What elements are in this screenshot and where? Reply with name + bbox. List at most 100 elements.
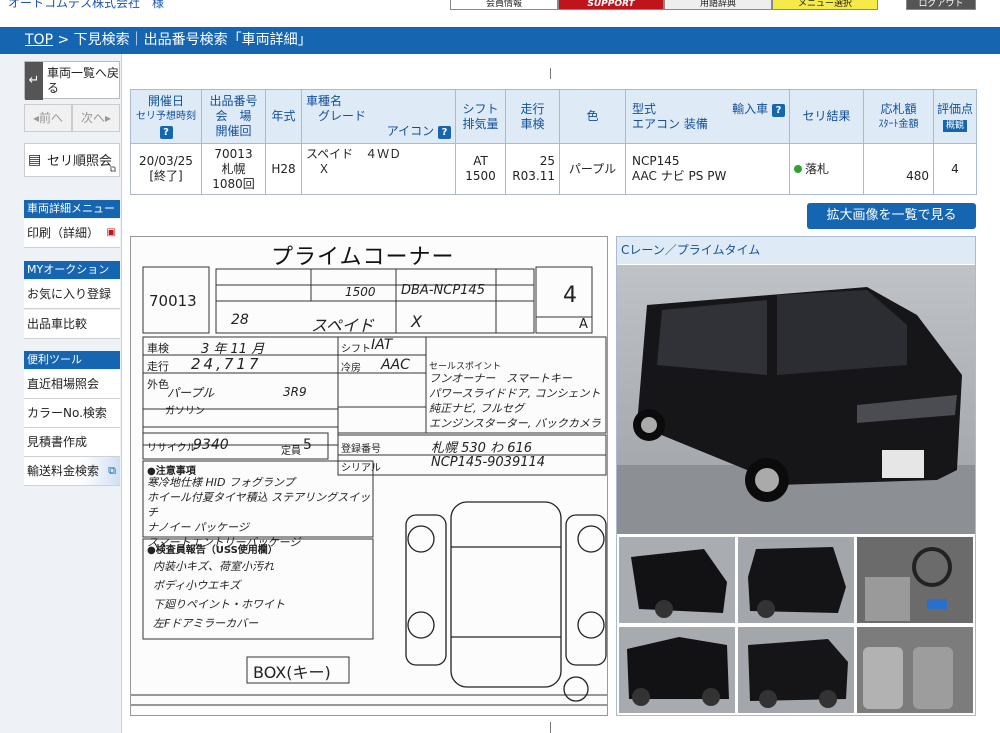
- company-name: オートコムデス株式会社 様: [8, 0, 165, 10]
- section-my-auction-title: MYオークション: [24, 261, 120, 279]
- status-dot-icon: [794, 164, 802, 173]
- cell-shift: AT 1500: [455, 143, 506, 195]
- cell-bid: 480: [863, 143, 934, 195]
- sheet-chassis: NCP145-9039114: [431, 455, 546, 470]
- sheet-label-reg: 登録番号: [341, 444, 381, 455]
- truck-icon: ⧉: [108, 464, 116, 477]
- support-button[interactable]: SUPPORT: [558, 0, 664, 10]
- sheet-label-shift: シフト: [341, 344, 371, 355]
- thumbnail-4[interactable]: [619, 627, 735, 713]
- compare-link[interactable]: 出品車比較: [24, 310, 120, 339]
- thumbnail-6[interactable]: [857, 627, 973, 713]
- icon-help-icon[interactable]: ?: [438, 126, 451, 139]
- col-lot: 出品番号会 場開催回: [201, 89, 266, 144]
- sheet-label-seats: 定員: [281, 446, 301, 457]
- sheet-displacement: 1500: [345, 285, 376, 299]
- member-info-button[interactable]: 会員情報: [450, 0, 558, 10]
- sheet-year: 28: [231, 312, 249, 328]
- overview-badge[interactable]: 概観: [942, 119, 967, 132]
- col-year: 年式: [265, 89, 302, 144]
- breadcrumb-current: > 下見検索｜出品番号検索「車両詳細」: [53, 32, 312, 48]
- main-car-photo[interactable]: [617, 265, 975, 534]
- sheet-interior: A: [579, 317, 588, 332]
- help-icon[interactable]: ?: [159, 126, 173, 139]
- thumbnail-5[interactable]: [738, 627, 854, 713]
- pdf-icon: ▣: [106, 227, 116, 238]
- thumbnail-3[interactable]: [857, 537, 973, 623]
- photo-panel: Cレーン／プライムタイム: [616, 236, 976, 716]
- thumbnail-2[interactable]: [738, 537, 854, 623]
- col-score: 評価点 概観: [933, 89, 977, 144]
- vehicle-detail-table: 開催日 セリ予想時刻? 出品番号会 場開催回 年式 車種名 グレード アイコン ?…: [130, 89, 977, 195]
- color-number-search-link[interactable]: カラーNo.検索: [24, 399, 120, 428]
- document-icon: ▤: [28, 152, 42, 168]
- sheet-reg-no: 札幌 530 わ 616: [431, 441, 533, 456]
- section-tools-title: 便利ツール: [24, 351, 120, 369]
- sheet-score: 4: [563, 283, 577, 308]
- shipping-fee-link[interactable]: 輸送料金検索 ⧉: [24, 457, 120, 486]
- cell-type: NCP145 AAC ナビ PS PW: [625, 143, 790, 195]
- divider-mark: [550, 68, 551, 79]
- sheet-label-ac: 冷房: [341, 363, 361, 374]
- sheet-label-mileage: 走行: [147, 360, 169, 373]
- sheet-inspector-notes: 内装小キズ、荷室小汚れ ボディ小ウエキズ 下廻りペイント・ホワイト 左Fドアミラーカバ…: [153, 560, 285, 630]
- sheet-model: スペイド: [311, 316, 374, 335]
- car-front-image: [617, 265, 975, 534]
- cell-mileage: 25 R03.11: [505, 143, 560, 195]
- sheet-model-code: DBA-NCP145: [401, 283, 485, 298]
- cell-color: パープル: [559, 143, 626, 195]
- col-model: 車種名 グレード アイコン ?: [301, 89, 456, 144]
- sheet-recycle: 9340: [193, 437, 229, 453]
- cell-score: 4: [933, 143, 977, 195]
- seri-order-label: セリ順照会: [47, 154, 113, 169]
- table-header-row: 開催日 セリ予想時刻? 出品番号会 場開催回 年式 車種名 グレード アイコン ?…: [130, 89, 977, 144]
- next-button[interactable]: 次へ▸: [72, 104, 120, 132]
- cell-result: 落札: [789, 143, 864, 195]
- print-detail-label: 印刷（詳細）: [27, 226, 100, 240]
- section-vehicle-menu-title: 車両詳細メニュー: [24, 200, 120, 218]
- auction-sheet-image[interactable]: プライムコーナー 70013 1500 DBA-NCP145 28 スペイド X…: [130, 236, 608, 716]
- cell-model: スペイド ４ＷＤ Ｘ: [301, 143, 456, 195]
- sheet-grade: X: [411, 312, 422, 331]
- cell-lot: 70013 札幌 1080回: [201, 143, 266, 195]
- divider-mark-bottom: [550, 722, 551, 733]
- enlarge-images-button[interactable]: 拡大画像を一覧で見る: [807, 203, 976, 229]
- dictionary-button[interactable]: 用語辞典: [664, 0, 772, 10]
- breadcrumb: TOP > 下見検索｜出品番号検索「車両詳細」: [0, 27, 1000, 54]
- import-help-icon[interactable]: ?: [772, 103, 785, 117]
- external-window-icon: ⧉: [109, 165, 116, 175]
- back-to-list-button[interactable]: ↵ 車両一覧へ戻る: [24, 61, 120, 100]
- sheet-box-key: BOX(キー): [253, 663, 331, 682]
- favorite-register-link[interactable]: お気に入り登録: [24, 280, 120, 309]
- sheet-color-no: 3R9: [283, 385, 307, 399]
- thumb-car-front-icon: [619, 537, 735, 623]
- print-detail-link[interactable]: 印刷（詳細） ▣: [24, 219, 120, 248]
- prev-button[interactable]: ◂前へ: [24, 104, 72, 132]
- sheet-label-recycle: リサイクル: [147, 443, 197, 454]
- estimate-create-link[interactable]: 見積書作成: [24, 428, 120, 457]
- breadcrumb-top-link[interactable]: TOP: [25, 32, 53, 48]
- sheet-mileage: 24,717: [191, 355, 262, 373]
- back-to-list-label: 車両一覧へ戻る: [47, 66, 120, 95]
- col-result: セリ結果: [789, 89, 864, 144]
- sheet-fuel: ガソリン: [165, 406, 205, 417]
- menu-select-button[interactable]: メニュー選択: [772, 0, 878, 10]
- col-shift: シフト 排気量: [455, 89, 506, 144]
- table-row: 20/03/25 [終了] 70013 札幌 1080回 H28 スペイド ４ＷＤ Ｘ …: [130, 143, 977, 195]
- col-color: 色: [559, 89, 626, 144]
- sheet-shift: IAT: [371, 337, 393, 353]
- sheet-label-inspector: ●検査員報告（USS使用欄）: [147, 545, 278, 556]
- seri-order-button[interactable]: ▤ セリ順照会 ⧉: [24, 143, 120, 177]
- col-bid: 応札額 ｽﾀｰﾄ金額: [863, 89, 934, 144]
- thumb-car-rear-side-icon: [738, 627, 854, 713]
- thumbnail-1[interactable]: [619, 537, 735, 623]
- sheet-label-inspection: 車検: [147, 342, 169, 355]
- cell-year: H28: [265, 143, 302, 195]
- shipping-fee-label: 輸送料金検索: [27, 464, 100, 478]
- logout-button[interactable]: ログアウト: [906, 0, 976, 10]
- sheet-label-chassis: シリアル: [341, 463, 381, 474]
- sheet-sales-points: フンオーナー スマートキー パワースライドドア, コンシェント 純正ナビ, フルセグ…: [429, 372, 601, 430]
- return-arrow-icon: ↵: [25, 62, 43, 100]
- thumb-interior-icon: [857, 537, 973, 623]
- market-price-link[interactable]: 直近相場照会: [24, 370, 120, 399]
